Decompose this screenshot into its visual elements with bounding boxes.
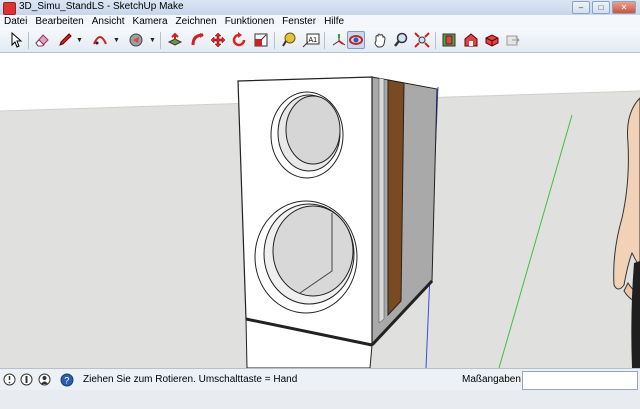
move-icon[interactable] bbox=[209, 31, 227, 49]
pan-icon[interactable] bbox=[371, 31, 389, 49]
svg-text:?: ? bbox=[64, 376, 69, 386]
scale-icon[interactable] bbox=[252, 31, 270, 49]
share-icon[interactable] bbox=[504, 31, 522, 49]
user-account-icon[interactable] bbox=[38, 373, 51, 389]
menu-hilfe[interactable]: Hilfe bbox=[320, 16, 348, 27]
arc-icon[interactable] bbox=[91, 31, 109, 49]
extension-icon[interactable] bbox=[483, 31, 501, 49]
menu-bar: Datei Bearbeiten Ansicht Kamera Zeichnen… bbox=[0, 15, 640, 28]
menu-bearbeiten[interactable]: Bearbeiten bbox=[31, 16, 87, 27]
credits-icon[interactable] bbox=[20, 373, 33, 389]
toolbar-separator bbox=[160, 32, 161, 49]
drawing-viewport[interactable] bbox=[0, 53, 640, 368]
tape-measure-icon[interactable] bbox=[280, 31, 298, 49]
paint-dropdown-icon[interactable]: ▼ bbox=[149, 37, 156, 44]
orbit-icon[interactable] bbox=[347, 31, 365, 49]
title-bar: 3D_Simu_StandLS - SketchUp Make – □ ✕ bbox=[0, 0, 640, 16]
components-icon[interactable] bbox=[440, 31, 458, 49]
measurements-label: Maßangaben bbox=[462, 374, 521, 385]
menu-datei[interactable]: Datei bbox=[0, 16, 31, 27]
toolbar-separator bbox=[274, 32, 275, 49]
status-bar: ? Ziehen Sie zum Rotieren. Umschalttaste… bbox=[0, 368, 640, 391]
push-pull-icon[interactable] bbox=[166, 31, 184, 49]
window-bottom-edge bbox=[0, 390, 640, 409]
help-icon[interactable]: ? bbox=[60, 373, 74, 390]
zoom-icon[interactable] bbox=[392, 31, 410, 49]
warehouse-icon[interactable] bbox=[462, 31, 480, 49]
menu-kamera[interactable]: Kamera bbox=[129, 16, 172, 27]
close-button[interactable]: ✕ bbox=[612, 1, 636, 14]
paint-bucket-icon[interactable] bbox=[127, 31, 145, 49]
sketchup-app-icon bbox=[3, 2, 16, 15]
model-scene bbox=[0, 53, 640, 368]
main-toolbar: ▼ ▼ ▼ A1 bbox=[0, 28, 640, 53]
eraser-icon[interactable] bbox=[33, 31, 51, 49]
menu-fenster[interactable]: Fenster bbox=[278, 16, 320, 27]
zoom-extents-icon[interactable] bbox=[413, 31, 431, 49]
menu-ansicht[interactable]: Ansicht bbox=[88, 16, 129, 27]
pencil-dropdown-icon[interactable]: ▼ bbox=[76, 37, 83, 44]
menu-funktionen[interactable]: Funktionen bbox=[221, 16, 278, 27]
toolbar-separator bbox=[28, 32, 29, 49]
arc-dropdown-icon[interactable]: ▼ bbox=[113, 37, 120, 44]
window-controls: – □ ✕ bbox=[572, 1, 636, 14]
pencil-icon[interactable] bbox=[56, 31, 74, 49]
toolbar-separator bbox=[324, 32, 325, 49]
toolbar-separator bbox=[435, 32, 436, 49]
maximize-button[interactable]: □ bbox=[592, 1, 610, 14]
text-tool-glyph: A1 bbox=[309, 37, 318, 44]
measurements-input[interactable] bbox=[522, 371, 638, 390]
geo-location-icon[interactable] bbox=[3, 373, 16, 389]
menu-zeichnen[interactable]: Zeichnen bbox=[172, 16, 221, 27]
status-message: Ziehen Sie zum Rotieren. Umschalttaste =… bbox=[83, 374, 298, 385]
minimize-button[interactable]: – bbox=[572, 1, 590, 14]
select-icon[interactable] bbox=[7, 31, 25, 49]
axes-icon[interactable] bbox=[330, 31, 348, 49]
window-title: 3D_Simu_StandLS - SketchUp Make bbox=[19, 1, 184, 12]
follow-me-icon[interactable] bbox=[189, 31, 207, 49]
text-icon[interactable]: A1 bbox=[302, 31, 320, 49]
rotate-icon[interactable] bbox=[230, 31, 248, 49]
